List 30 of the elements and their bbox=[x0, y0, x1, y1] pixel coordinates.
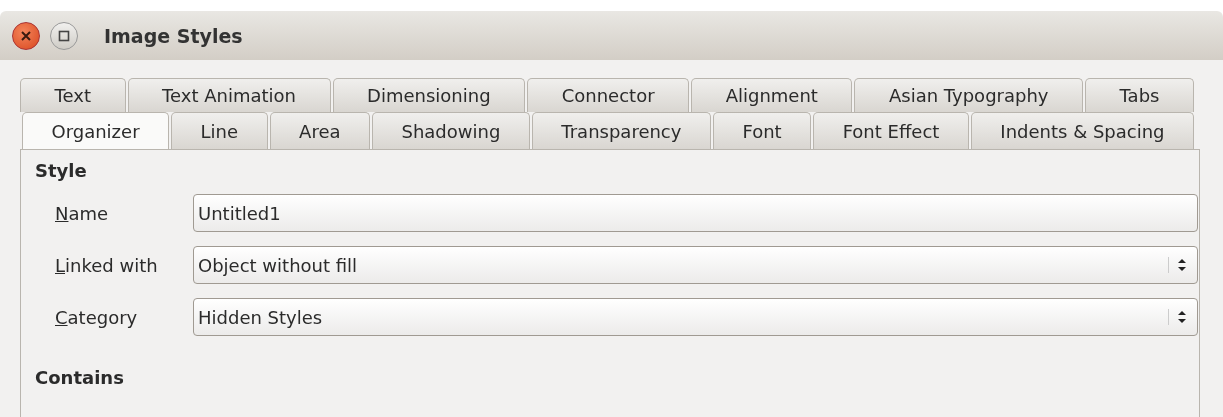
tab[interactable]: Transparency bbox=[531, 112, 711, 149]
field-label: Category bbox=[54, 306, 139, 328]
window-title: Image Styles bbox=[104, 24, 243, 47]
dropdown-field[interactable]: Hidden Styles bbox=[193, 298, 1198, 336]
tab[interactable]: Dimensioning bbox=[332, 78, 526, 112]
tab[interactable]: Area bbox=[269, 112, 370, 149]
tab[interactable]: Line bbox=[171, 112, 268, 149]
section-heading: Style bbox=[35, 160, 87, 181]
tab[interactable]: Alignment bbox=[691, 78, 853, 112]
tab[interactable]: Text bbox=[20, 78, 126, 112]
tab[interactable]: Tabs bbox=[1085, 78, 1194, 112]
tab[interactable]: Asian Typography bbox=[854, 78, 1084, 112]
tab[interactable]: Shadowing bbox=[372, 112, 530, 149]
section-heading: Contains bbox=[35, 367, 124, 388]
field-label: Linked with bbox=[54, 254, 159, 276]
field-label: Name bbox=[54, 202, 110, 224]
tab[interactable]: Organizer bbox=[22, 112, 170, 149]
spin-arrows-icon bbox=[1168, 257, 1187, 273]
tab[interactable]: Font Effect bbox=[813, 112, 969, 149]
tab[interactable]: Text Animation bbox=[127, 78, 331, 112]
dropdown-field[interactable]: Object without fill bbox=[193, 246, 1198, 284]
name-field[interactable]: Untitled1 bbox=[193, 194, 1198, 232]
maximize-button[interactable] bbox=[50, 21, 78, 50]
spin-arrows-icon bbox=[1168, 309, 1187, 325]
close-button[interactable] bbox=[12, 21, 40, 50]
tab[interactable]: Connector bbox=[527, 78, 690, 112]
maximize-icon bbox=[58, 29, 70, 42]
tab[interactable]: Indents & Spacing bbox=[970, 112, 1194, 149]
close-icon bbox=[20, 29, 32, 42]
tab[interactable]: Font bbox=[712, 112, 812, 149]
